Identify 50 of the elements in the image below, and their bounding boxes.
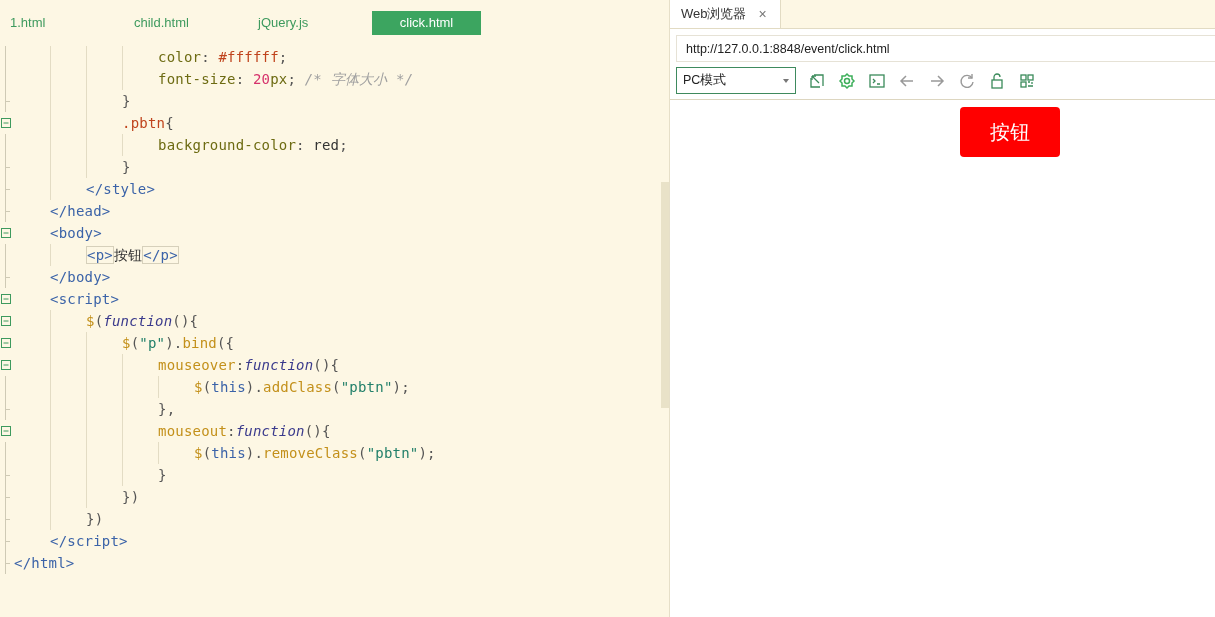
code-line: $(this).addClass("pbtn"); (194, 377, 410, 397)
fold-icon[interactable] (1, 338, 11, 348)
grid-icon[interactable] (1018, 71, 1036, 90)
fold-icon[interactable] (1, 294, 11, 304)
resize-icon[interactable] (808, 71, 826, 90)
close-icon[interactable]: × (758, 3, 767, 25)
code-line: </style> (86, 179, 156, 199)
file-tab[interactable]: click.html (372, 11, 481, 35)
code-line: <p>按钮</p> (86, 244, 179, 266)
code-line: <body> (50, 223, 102, 243)
unlock-icon[interactable] (988, 71, 1006, 90)
code-line: $("p").bind({ (122, 333, 235, 353)
settings-icon[interactable] (838, 71, 856, 90)
terminal-icon[interactable] (868, 71, 886, 90)
fold-icon[interactable] (1, 118, 11, 128)
code-line: </head> (50, 201, 111, 221)
caret-icon (783, 78, 789, 83)
code-line: $(this).removeClass("pbtn"); (194, 443, 436, 463)
file-tab[interactable]: child.html (124, 11, 242, 35)
code-line: </html> (14, 553, 75, 573)
fold-icon[interactable] (1, 316, 11, 326)
code-line: }, (158, 399, 176, 419)
code-line: </script> (50, 531, 128, 551)
code-line: }) (122, 487, 140, 507)
code-line: } (122, 91, 131, 111)
code-line: mouseover:function(){ (158, 355, 340, 375)
reload-icon[interactable] (958, 71, 976, 90)
scrollbar-thumb[interactable] (661, 182, 669, 408)
file-tab[interactable]: 1.html (0, 11, 118, 35)
code-line: <script> (50, 289, 120, 309)
code-line: background-color: red; (158, 135, 348, 155)
code-line: } (158, 465, 167, 485)
code-line: .pbtn{ (122, 113, 174, 133)
fold-icon[interactable] (1, 426, 11, 436)
fold-icon[interactable] (1, 228, 11, 238)
code-line: color: #ffffff; (158, 47, 288, 67)
file-tab[interactable]: jQuery.js (248, 11, 366, 35)
dropdown-value: PC模式 (683, 72, 727, 90)
code-line: }) (86, 509, 104, 529)
mode-dropdown[interactable]: PC模式 (676, 67, 796, 94)
tab-title: Web浏览器 (681, 5, 747, 24)
address-field[interactable]: http://127.0.0.1:8848/event/click.html (676, 35, 1215, 62)
code-line: mouseout:function(){ (158, 421, 331, 441)
code-line: } (122, 157, 131, 177)
code-line: </body> (50, 267, 111, 287)
browser-tab[interactable]: Web浏览器 × (670, 0, 781, 28)
page-button[interactable]: 按钮 (960, 107, 1060, 157)
fold-icon[interactable] (1, 360, 11, 370)
code-line: font-size: 20px; /* 字体大小 */ (158, 69, 414, 89)
code-line: $(function(){ (86, 311, 199, 331)
